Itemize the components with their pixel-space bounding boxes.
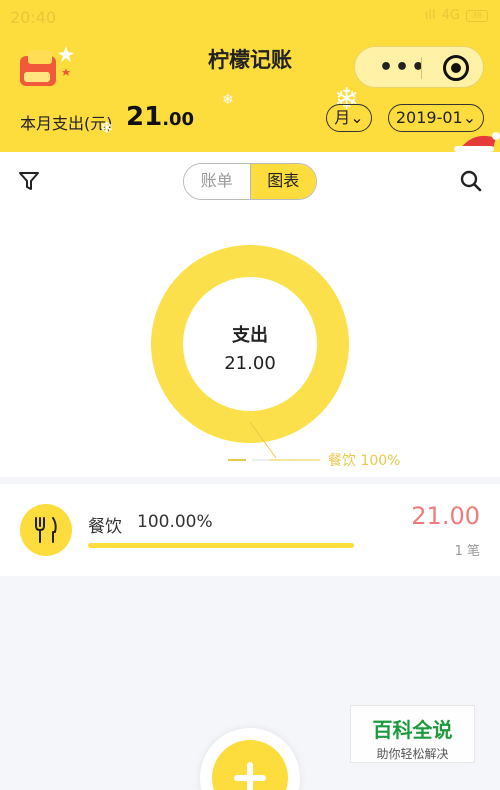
slice-label-name: 餐饮	[328, 453, 356, 469]
chevron-down-icon: ⌄	[462, 108, 477, 127]
slice-label: 餐饮 100%	[328, 450, 400, 470]
category-name: 餐饮	[88, 517, 122, 537]
view-tabs: 账单 图表	[183, 163, 317, 200]
watermark-subtitle: 助你轻松解决	[376, 747, 449, 761]
add-record-button[interactable]	[200, 728, 300, 790]
category-icon-bg	[20, 504, 72, 556]
status-icons: ıll 4G 38	[425, 8, 488, 23]
santa-hat-icon	[454, 132, 500, 152]
capsule-divider	[421, 57, 422, 79]
battery-icon: 38	[466, 9, 488, 22]
search-icon[interactable]	[460, 170, 482, 192]
snowflake-icon: ❄	[100, 118, 114, 137]
month-amount-int: 21	[126, 102, 163, 132]
filter-icon[interactable]	[18, 170, 40, 192]
month-expense-amount: 21.00	[126, 102, 194, 132]
snowflake-icon: ❄	[222, 92, 234, 108]
close-target-icon[interactable]	[443, 55, 469, 81]
tab-chart[interactable]: 图表	[249, 164, 316, 199]
donut-center-label: 支出	[232, 325, 268, 346]
more-icon[interactable]: •••	[379, 55, 427, 80]
month-expense-label: 本月支出(元)	[20, 114, 113, 133]
signal-icon: ıll	[424, 8, 436, 23]
status-bar: 20:40 ıll 4G 38	[0, 0, 500, 34]
expense-donut-chart: 支出 21.00	[151, 245, 349, 443]
add-button-circle	[212, 740, 288, 790]
category-progress-fill	[88, 543, 354, 548]
watermark-title: 百科全说	[372, 718, 453, 742]
category-percent: 100.00%	[137, 512, 213, 532]
donut-center-value: 21.00	[224, 353, 276, 374]
category-count: 1 笔	[454, 544, 480, 559]
donut-center: 支出 21.00	[183, 277, 317, 411]
plus-icon	[234, 762, 266, 790]
network-label: 4G	[441, 8, 460, 23]
period-select-value: 月	[334, 108, 351, 127]
category-row[interactable]: 餐饮 100.00% 21.00 1 笔	[0, 484, 500, 576]
date-select-value: 2019-01	[395, 108, 463, 127]
chart-panel: 账单 图表 支出 21.00 餐饮 100%	[0, 152, 500, 477]
period-select[interactable]: 月⌄	[326, 104, 372, 132]
watermark-logo: 百科全说 助你轻松解决	[350, 705, 475, 763]
category-progress-bar	[88, 543, 354, 548]
status-time: 20:40	[10, 8, 57, 27]
slice-label-percent: 100%	[360, 453, 401, 469]
category-amount: 21.00	[411, 502, 480, 530]
fork-knife-icon	[35, 517, 57, 543]
month-amount-dec: .00	[162, 109, 195, 130]
mini-program-capsule: •••	[354, 46, 484, 88]
tab-bills[interactable]: 账单	[184, 164, 250, 199]
chevron-down-icon: ⌄	[350, 108, 364, 127]
slice-leader-line	[228, 422, 320, 461]
header: 20:40 ıll 4G 38 柠檬记账 ••• 本月支出(元) 21.00 ❄…	[0, 0, 500, 152]
